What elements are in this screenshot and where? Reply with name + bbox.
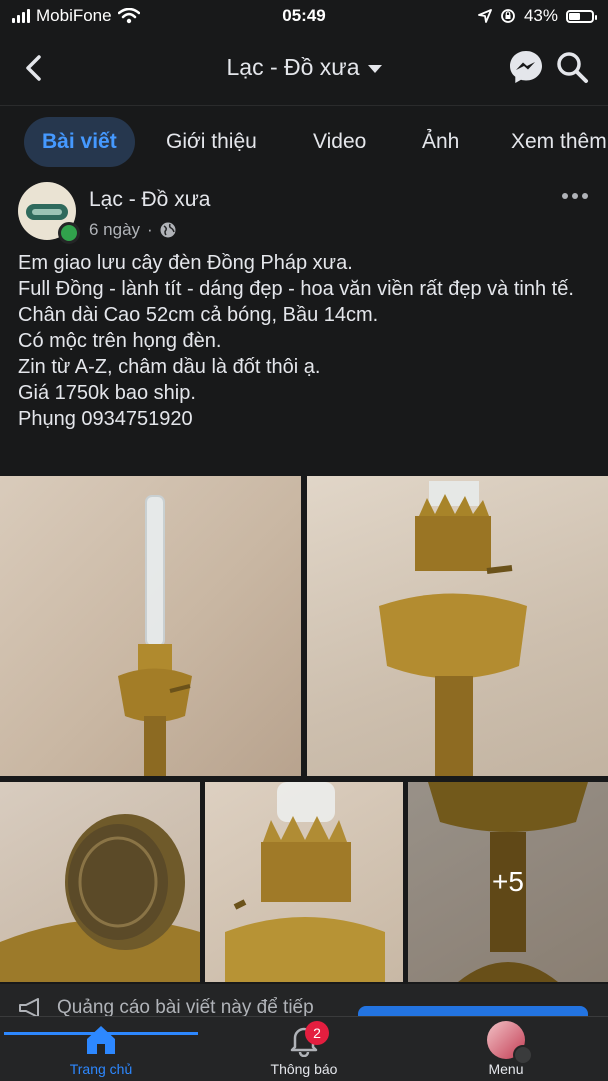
post-meta: 6 ngày ·	[89, 220, 176, 240]
location-arrow-icon	[478, 9, 492, 23]
globe-icon	[160, 222, 176, 238]
post-author[interactable]: Lạc - Đồ xưa	[89, 188, 210, 212]
post-line: Em giao lưu cây đèn Đồng Pháp xưa.	[18, 252, 353, 274]
post-photo-4[interactable]	[205, 782, 403, 982]
tab-photos[interactable]: Ảnh	[422, 117, 459, 167]
online-status-dot	[58, 222, 80, 244]
post-line: Zin từ A-Z, châm dầu là đốt thôi ạ.	[18, 356, 321, 378]
messenger-icon[interactable]	[507, 48, 545, 86]
brass-lamp-photo	[225, 782, 385, 982]
battery-percent: 43%	[523, 6, 558, 25]
tab-about[interactable]: Giới thiệu	[166, 117, 257, 167]
notification-badge: 2	[305, 1021, 329, 1045]
post-photo-2[interactable]	[307, 476, 608, 776]
nav-menu-label: Menu	[488, 1061, 524, 1077]
nav-home[interactable]: Trang chủ	[26, 1017, 176, 1081]
more-options-icon[interactable]	[560, 186, 590, 206]
search-icon[interactable]	[555, 50, 589, 84]
chevron-down-icon	[367, 64, 382, 73]
battery-icon	[566, 9, 597, 23]
brass-lamp-photo	[118, 495, 192, 776]
tab-bar: Bài viết Giới thiệu Video Ảnh Xem thêm	[0, 112, 608, 174]
tab-posts[interactable]: Bài viết	[24, 117, 135, 167]
megaphone-icon	[19, 998, 39, 1018]
page-title-text: Lạc - Đồ xưa	[226, 54, 360, 80]
more-photos-count: +5	[492, 866, 524, 897]
home-icon	[87, 1026, 115, 1054]
brass-lamp-photo	[379, 481, 527, 776]
brass-stamp-photo	[0, 814, 200, 982]
post-line: Giá 1750k bao ship.	[18, 382, 196, 404]
post-line: Full Đồng - lành tít - dáng đẹp - hoa vă…	[18, 278, 574, 300]
status-bar: MobiFone 05:49 43%	[0, 0, 608, 34]
tab-more[interactable]: Xem thêm	[511, 117, 607, 167]
post-time[interactable]: 6 ngày	[89, 220, 140, 240]
post-line: Chân dài Cao 52cm cả bóng, Bầu 14cm.	[18, 304, 379, 326]
post-photo-5[interactable]: +5	[408, 782, 608, 982]
page-header: Lạc - Đồ xưa	[0, 34, 608, 104]
bottom-navigation: Trang chủ 2 Thông báo Menu	[0, 1016, 608, 1081]
orientation-lock-icon	[501, 9, 515, 23]
header-divider	[0, 105, 608, 106]
home-active-indicator	[4, 1032, 198, 1035]
tab-video[interactable]: Video	[313, 117, 366, 167]
post-line: Có mộc trên họng đèn.	[18, 330, 222, 352]
nav-home-label: Trang chủ	[69, 1061, 133, 1077]
nav-notifications-label: Thông báo	[270, 1061, 338, 1077]
post-line: Phụng 0934751920	[18, 408, 193, 430]
nav-menu[interactable]: Menu	[431, 1017, 581, 1081]
post-photo-3[interactable]	[0, 782, 200, 982]
post-message: Em giao lưu cây đèn Đồng Pháp xưa. Full …	[18, 250, 593, 432]
post-photo-1[interactable]	[0, 476, 301, 776]
nav-notifications[interactable]: 2 Thông báo	[229, 1017, 379, 1081]
